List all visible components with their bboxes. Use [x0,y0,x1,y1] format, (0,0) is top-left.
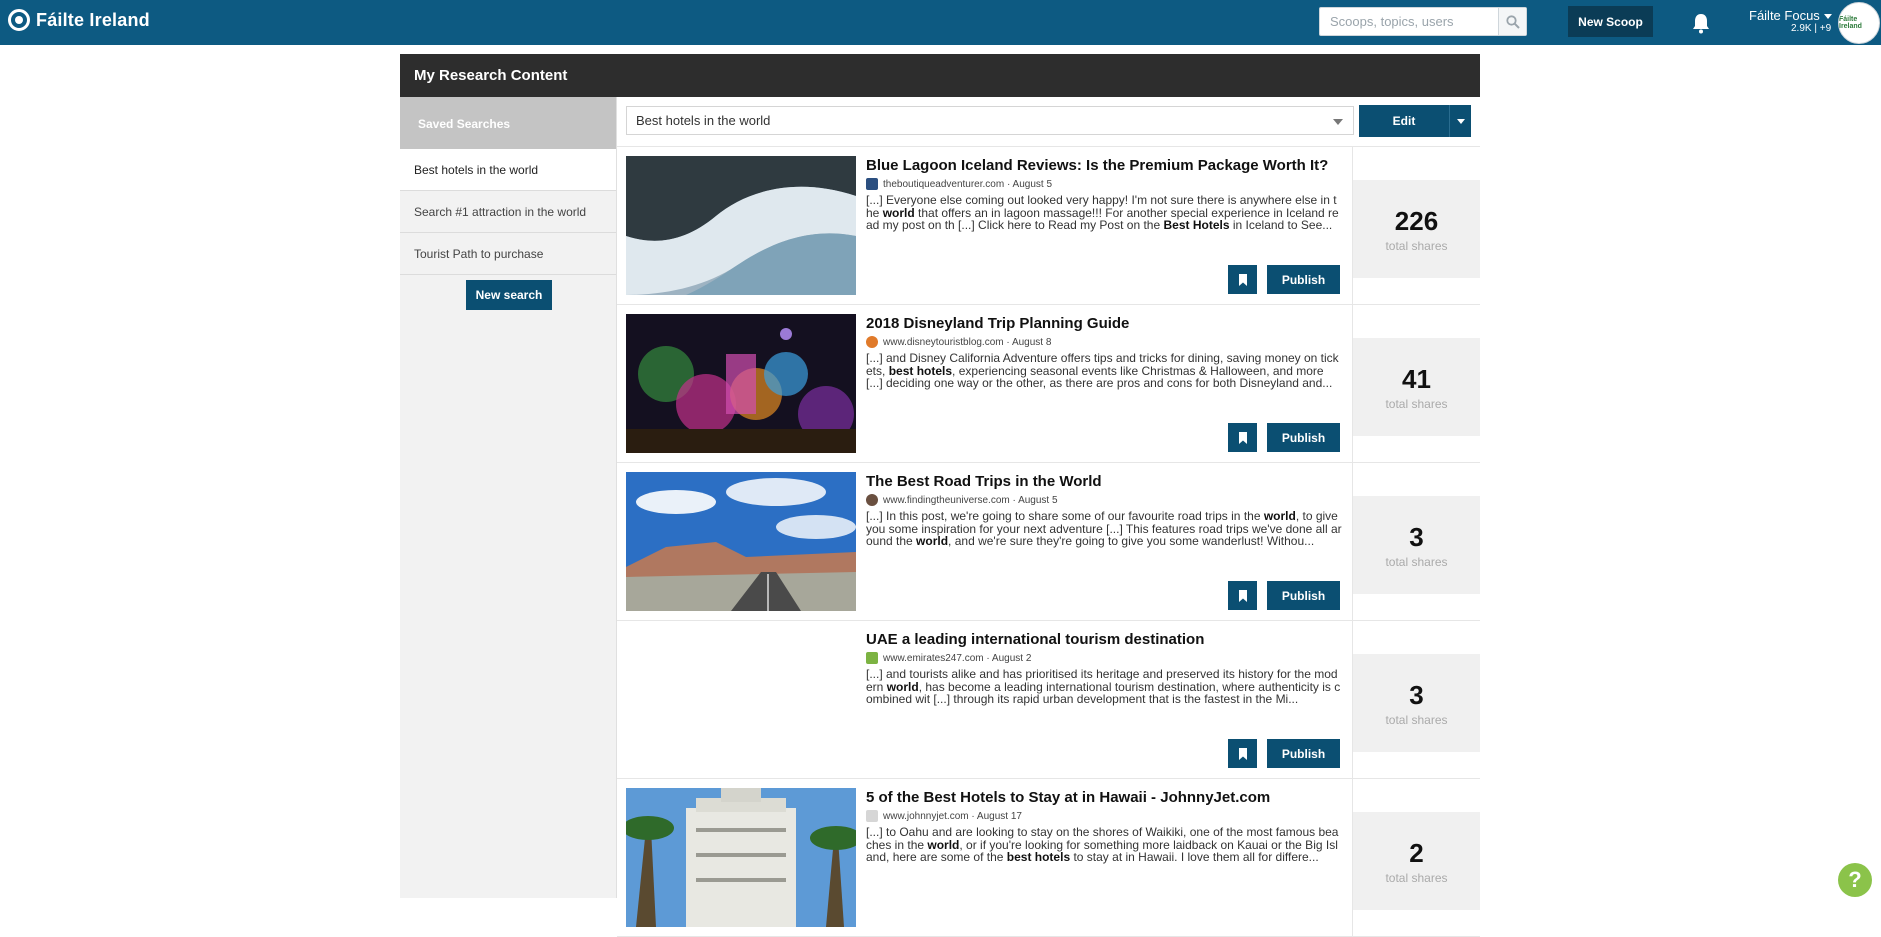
user-menu[interactable]: Fáilte Focus [1749,8,1832,23]
source-favicon-icon [866,494,878,506]
results-list: Blue Lagoon Iceland Reviews: Is the Prem… [617,147,1480,937]
share-count-number: 226 [1394,206,1439,236]
share-count: 41 total shares [1353,338,1480,436]
edit-dropdown-toggle[interactable] [1449,105,1471,137]
user-name-label: Fáilte Focus [1749,8,1820,23]
source-favicon-icon [866,178,878,190]
result-card: 5 of the Best Hotels to Stay at in Hawai… [617,779,1353,937]
result-source: www.findingtheuniverse.com · August 5 [866,494,1058,506]
result-card: Blue Lagoon Iceland Reviews: Is the Prem… [617,147,1353,305]
avatar-text: Fáilte Ireland [1839,16,1862,30]
search-button[interactable] [1498,8,1526,35]
saved-searches-heading: Saved Searches [400,97,616,149]
page-title: My Research Content [400,54,1480,97]
result-source-text: www.emirates247.com · August 2 [883,652,1032,664]
brand-name: Fáilte Ireland [36,9,150,30]
share-count-label: total shares [1385,713,1448,727]
source-favicon-icon [866,652,878,664]
result-excerpt: [...] and Disney California Adventure of… [866,352,1339,390]
result-thumbnail[interactable] [626,630,856,769]
result-card: 2018 Disneyland Trip Planning Guide www.… [617,305,1353,463]
result-source: theboutiqueadventurer.com · August 5 [866,178,1052,190]
share-count: 2 total shares [1353,812,1480,910]
result-excerpt: [...] and tourists alike and has priorit… [866,668,1341,706]
bookmark-button[interactable] [1228,739,1257,768]
result-source-text: theboutiqueadventurer.com · August 5 [883,178,1053,190]
share-count-label: total shares [1385,871,1448,885]
result-excerpt: [...] In this post, we're going to share… [866,510,1342,548]
bookmark-button[interactable] [1228,581,1257,610]
bookmark-button[interactable] [1228,265,1257,294]
publish-button[interactable]: Publish [1267,265,1340,294]
bookmark-icon [1238,273,1247,286]
result-thumbnail[interactable] [626,314,856,453]
list-item: The Best Road Trips in the World www.fin… [617,463,1480,621]
share-count-number: 41 [1402,364,1431,394]
result-source-text: www.johnnyjet.com · August 17 [883,810,1022,822]
saved-search-item-tourist-path[interactable]: Tourist Path to purchase [400,233,616,275]
top-navigation-bar: Fáilte Ireland New Scoop Fáilte Focus 2.… [0,0,1881,45]
share-count-label: total shares [1385,239,1448,253]
result-source: www.emirates247.com · August 2 [866,652,1031,664]
list-item: Blue Lagoon Iceland Reviews: Is the Prem… [617,147,1480,305]
result-title[interactable]: 5 of the Best Hotels to Stay at in Hawai… [866,789,1346,806]
notifications-bell-icon[interactable] [1691,12,1711,34]
bookmark-icon [1238,431,1247,444]
bookmark-button[interactable] [1228,423,1257,452]
share-count: 3 total shares [1353,654,1480,752]
share-count: 226 total shares [1353,180,1480,278]
global-search [1319,7,1527,36]
share-count-number: 3 [1409,522,1424,552]
share-count-number: 3 [1409,680,1424,710]
help-button[interactable]: ? [1838,863,1872,897]
share-count-number: 2 [1409,838,1424,868]
share-count-label: total shares [1385,397,1448,411]
share-count-label: total shares [1385,555,1448,569]
list-item: 2018 Disneyland Trip Planning Guide www.… [617,305,1480,463]
result-card: UAE a leading international tourism dest… [617,621,1353,779]
publish-button[interactable]: Publish [1267,581,1340,610]
saved-searches-sidebar: Saved Searches Best hotels in the world … [400,97,617,898]
list-item: UAE a leading international tourism dest… [617,621,1480,779]
result-source: www.disneytouristblog.com · August 8 [866,336,1051,348]
result-card: The Best Road Trips in the World www.fin… [617,463,1353,621]
source-favicon-icon [866,810,878,822]
saved-search-item-best-hotels[interactable]: Best hotels in the world [400,149,616,191]
publish-button[interactable]: Publish [1267,423,1340,452]
new-search-button[interactable]: New search [466,280,552,310]
result-source: www.johnnyjet.com · August 17 [866,810,1022,822]
publish-button[interactable]: Publish [1267,739,1340,768]
chevron-down-icon [1823,14,1832,20]
search-icon [1505,14,1520,29]
chevron-down-icon [1333,119,1343,125]
saved-search-select[interactable]: Best hotels in the world [626,106,1354,135]
source-favicon-icon [866,336,878,348]
saved-search-select-value: Best hotels in the world [636,113,771,128]
result-title[interactable]: UAE a leading international tourism dest… [866,631,1346,648]
result-title[interactable]: The Best Road Trips in the World [866,473,1346,490]
bookmark-icon [1238,589,1247,602]
bookmark-icon [1238,747,1247,760]
brand-icon [8,9,30,31]
result-thumbnail[interactable] [626,156,856,295]
result-thumbnail[interactable] [626,472,856,611]
search-input[interactable] [1320,8,1498,35]
edit-button[interactable]: Edit [1359,105,1449,137]
saved-search-item-attraction[interactable]: Search #1 attraction in the world [400,191,616,233]
result-title[interactable]: Blue Lagoon Iceland Reviews: Is the Prem… [866,157,1346,174]
brand-logo[interactable]: Fáilte Ireland [8,9,150,31]
list-item: 5 of the Best Hotels to Stay at in Hawai… [617,779,1480,937]
result-title[interactable]: 2018 Disneyland Trip Planning Guide [866,315,1346,332]
result-thumbnail[interactable] [626,788,856,927]
result-source-text: www.findingtheuniverse.com · August 5 [883,494,1058,506]
result-source-text: www.disneytouristblog.com · August 8 [883,336,1052,348]
user-stats: 2.9K | +9 [1791,23,1832,34]
new-scoop-button[interactable]: New Scoop [1568,6,1653,37]
avatar[interactable]: Fáilte Ireland [1838,2,1880,44]
share-count: 3 total shares [1353,496,1480,594]
filter-row: Best hotels in the world Edit [617,97,1480,147]
result-excerpt: [...] to Oahu and are looking to stay on… [866,826,1339,864]
result-excerpt: [...] Everyone else coming out looked ve… [866,194,1339,232]
